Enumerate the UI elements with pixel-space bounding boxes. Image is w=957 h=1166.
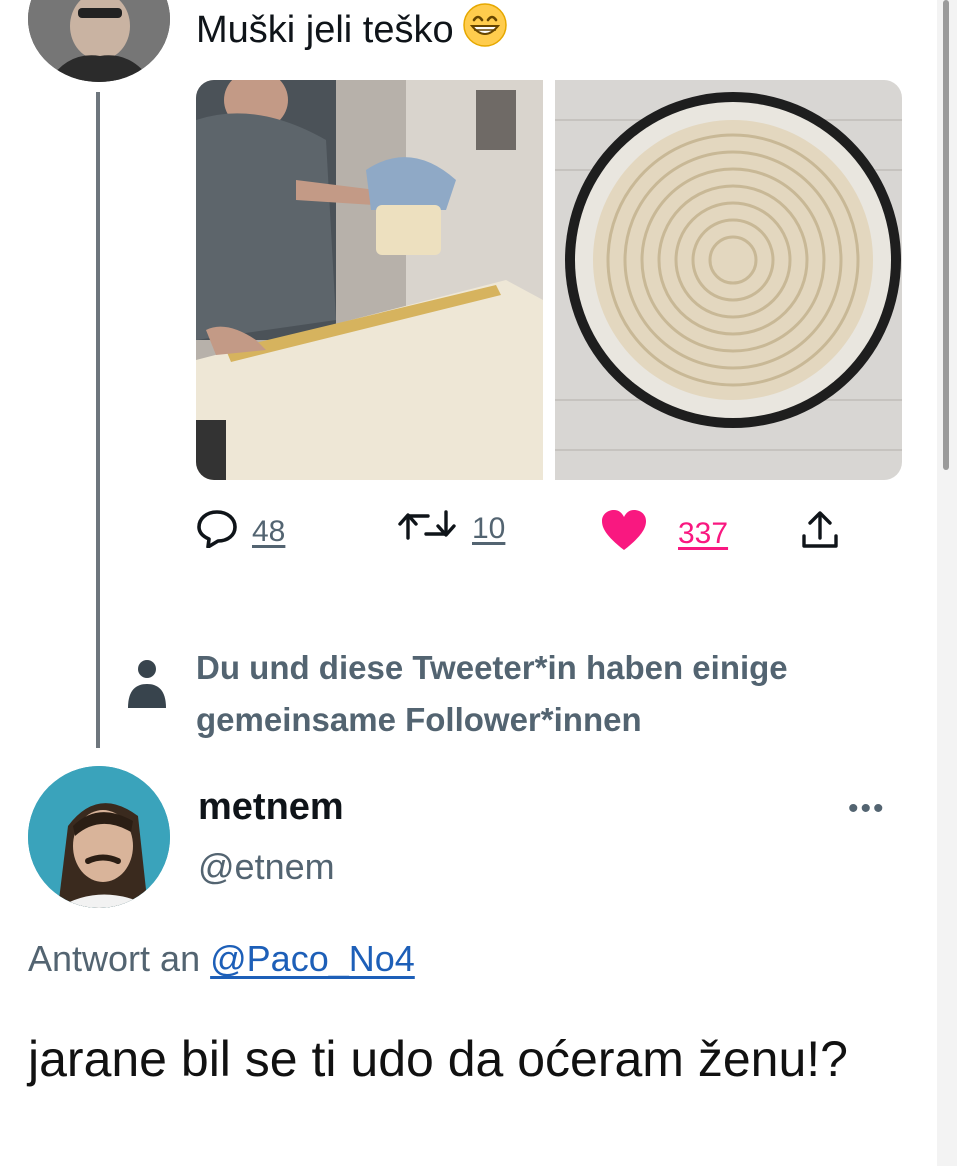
- tweet-media-grid[interactable]: [196, 80, 902, 480]
- more-options-button[interactable]: •••: [848, 792, 886, 826]
- reply-author-avatar[interactable]: [28, 766, 170, 908]
- tweet-photo-man-pouring-flour[interactable]: [196, 80, 543, 480]
- author-avatar[interactable]: [28, 0, 170, 82]
- tweet-text: Muški jeli teško: [196, 2, 508, 60]
- retweet-icon: [396, 508, 458, 550]
- like-button[interactable]: 337: [600, 508, 728, 560]
- retweet-count: 10: [472, 512, 506, 545]
- coiled-dough-photo: [555, 80, 902, 480]
- replying-to-label: Antwort an: [28, 938, 201, 979]
- reply-count: 48: [252, 515, 286, 548]
- reply-handle[interactable]: @etnem: [198, 846, 335, 888]
- thread-connector: [96, 92, 100, 748]
- retweet-button[interactable]: 10: [396, 508, 505, 550]
- tweet-text-content: Muški jeli teško: [196, 9, 454, 51]
- replying-to-mention-link[interactable]: @Paco_No4: [210, 938, 415, 979]
- more-horizontal-icon: •••: [848, 792, 886, 825]
- mutual-followers-text: Du und diese Tweeter*in haben einige gem…: [196, 649, 788, 738]
- reply-author-avatar-image: [28, 766, 170, 908]
- reply-button[interactable]: 48: [196, 508, 285, 556]
- reply-tweet-text: jarane bil se ti udo da oćeram ženu!?: [28, 1031, 848, 1087]
- like-count: 337: [678, 517, 729, 550]
- person-icon: [126, 658, 168, 715]
- tweet-photo-coiled-dough[interactable]: [555, 80, 902, 480]
- man-pouring-flour-photo: [196, 80, 543, 480]
- tweet-actions-bar: 48 10 337: [196, 508, 856, 556]
- grinning-face-emoji-icon: [462, 2, 508, 60]
- reply-icon: [196, 508, 238, 556]
- reply-display-name[interactable]: metnem: [198, 786, 344, 829]
- share-button[interactable]: [800, 508, 840, 558]
- scrollbar-thumb[interactable]: [943, 0, 949, 470]
- heart-filled-icon: [600, 508, 648, 560]
- replying-to-line: Antwort an @Paco_No4: [28, 938, 415, 980]
- author-avatar-image: [28, 0, 170, 82]
- share-icon: [800, 508, 840, 558]
